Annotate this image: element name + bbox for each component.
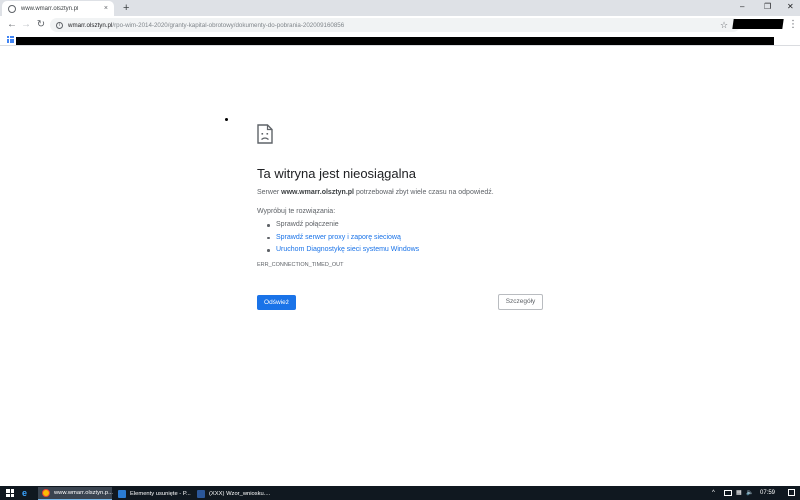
volume-icon[interactable]: 🔈 xyxy=(746,487,753,499)
tab-title: www.wmarr.olsztyn.pl xyxy=(21,5,79,12)
error-description-suffix: potrzebował zbyt wiele czasu na odpowied… xyxy=(354,189,494,196)
suggestions-list: Sprawdź połączenie Sprawdź serwer proxy … xyxy=(267,219,419,257)
taskbar-task-label: www.wmarr.olsztyn.p... xyxy=(54,490,113,496)
forward-icon[interactable]: → xyxy=(19,18,33,32)
redacted-profile-area xyxy=(732,19,784,29)
maximize-icon[interactable]: ❐ xyxy=(764,1,771,13)
reload-button[interactable]: Odśwież xyxy=(257,295,296,310)
menu-icon[interactable]: ⋮ xyxy=(788,18,798,32)
windows-start-icon[interactable] xyxy=(6,489,14,497)
bookmark-star-icon[interactable]: ☆ xyxy=(720,18,728,32)
reload-icon[interactable]: ↻ xyxy=(34,18,48,32)
suggestion-run-diagnostics-link[interactable]: Uruchom Diagnostykę sieci systemu Window… xyxy=(267,244,419,257)
taskbar: e www.wmarr.olsztyn.p... Elementy usunię… xyxy=(0,486,800,500)
tab-close-icon[interactable]: × xyxy=(104,5,108,12)
error-description: Serwer www.wmarr.olsztyn.pl potrzebował … xyxy=(257,189,494,196)
close-window-icon[interactable]: ✕ xyxy=(787,1,794,13)
taskbar-task-outlook[interactable]: Elementy usunięte - P... xyxy=(114,487,192,500)
back-icon[interactable]: ← xyxy=(5,18,19,32)
address-host: wmarr.olsztyn.pl xyxy=(68,21,113,29)
taskbar-task-chrome[interactable]: www.wmarr.olsztyn.p... xyxy=(38,487,113,500)
info-icon[interactable]: i xyxy=(56,21,63,29)
sad-page-icon xyxy=(257,124,273,144)
details-button[interactable]: Szczegóły xyxy=(498,294,543,310)
apps-grid-icon[interactable] xyxy=(7,36,14,43)
error-description-prefix: Serwer xyxy=(257,189,282,196)
error-host: www.wmarr.olsztyn.pl xyxy=(281,189,354,196)
suggestions-label: Wypróbuj te rozwiązania: xyxy=(257,208,336,215)
address-bar[interactable]: i wmarr.olsztyn.pl /rpo-wim-2014-2020/gr… xyxy=(50,18,740,32)
new-tab-button[interactable]: + xyxy=(123,1,129,15)
error-code: ERR_CONNECTION_TIMED_OUT xyxy=(257,262,344,268)
network-icon[interactable]: ▦ xyxy=(736,487,742,499)
tray-chevron-icon[interactable]: ^ xyxy=(712,487,715,499)
tab-strip: www.wmarr.olsztyn.pl × + – ❐ ✕ xyxy=(0,0,800,16)
error-title: Ta witryna jest nieosiągalna xyxy=(257,166,416,181)
suggestion-check-connection: Sprawdź połączenie xyxy=(267,219,419,232)
taskbar-task-word[interactable]: (XXX) Wzor_wniosku.... xyxy=(193,487,271,500)
tab-active[interactable]: www.wmarr.olsztyn.pl × xyxy=(2,1,114,16)
taskbar-task-label: Elementy usunięte - P... xyxy=(130,490,191,497)
word-icon xyxy=(197,489,205,498)
stray-dot xyxy=(225,118,228,121)
internet-explorer-icon[interactable]: e xyxy=(22,487,27,499)
minimize-icon[interactable]: – xyxy=(740,1,744,13)
clock[interactable]: 07:59 xyxy=(760,487,775,499)
address-path: /rpo-wim-2014-2020/granty-kapital-obroto… xyxy=(112,21,345,29)
outlook-icon xyxy=(118,489,126,498)
battery-icon[interactable] xyxy=(724,490,732,496)
redacted-bookmarks xyxy=(16,37,774,45)
chrome-icon xyxy=(42,489,50,497)
toolbar: ← → ↻ i wmarr.olsztyn.pl /rpo-wim-2014-2… xyxy=(0,16,800,34)
suggestion-check-proxy-link[interactable]: Sprawdź serwer proxy i zaporę sieciową xyxy=(267,232,419,245)
globe-icon xyxy=(8,4,16,13)
notifications-icon[interactable] xyxy=(788,489,795,496)
taskbar-task-label: (XXX) Wzor_wniosku.... xyxy=(209,490,271,497)
